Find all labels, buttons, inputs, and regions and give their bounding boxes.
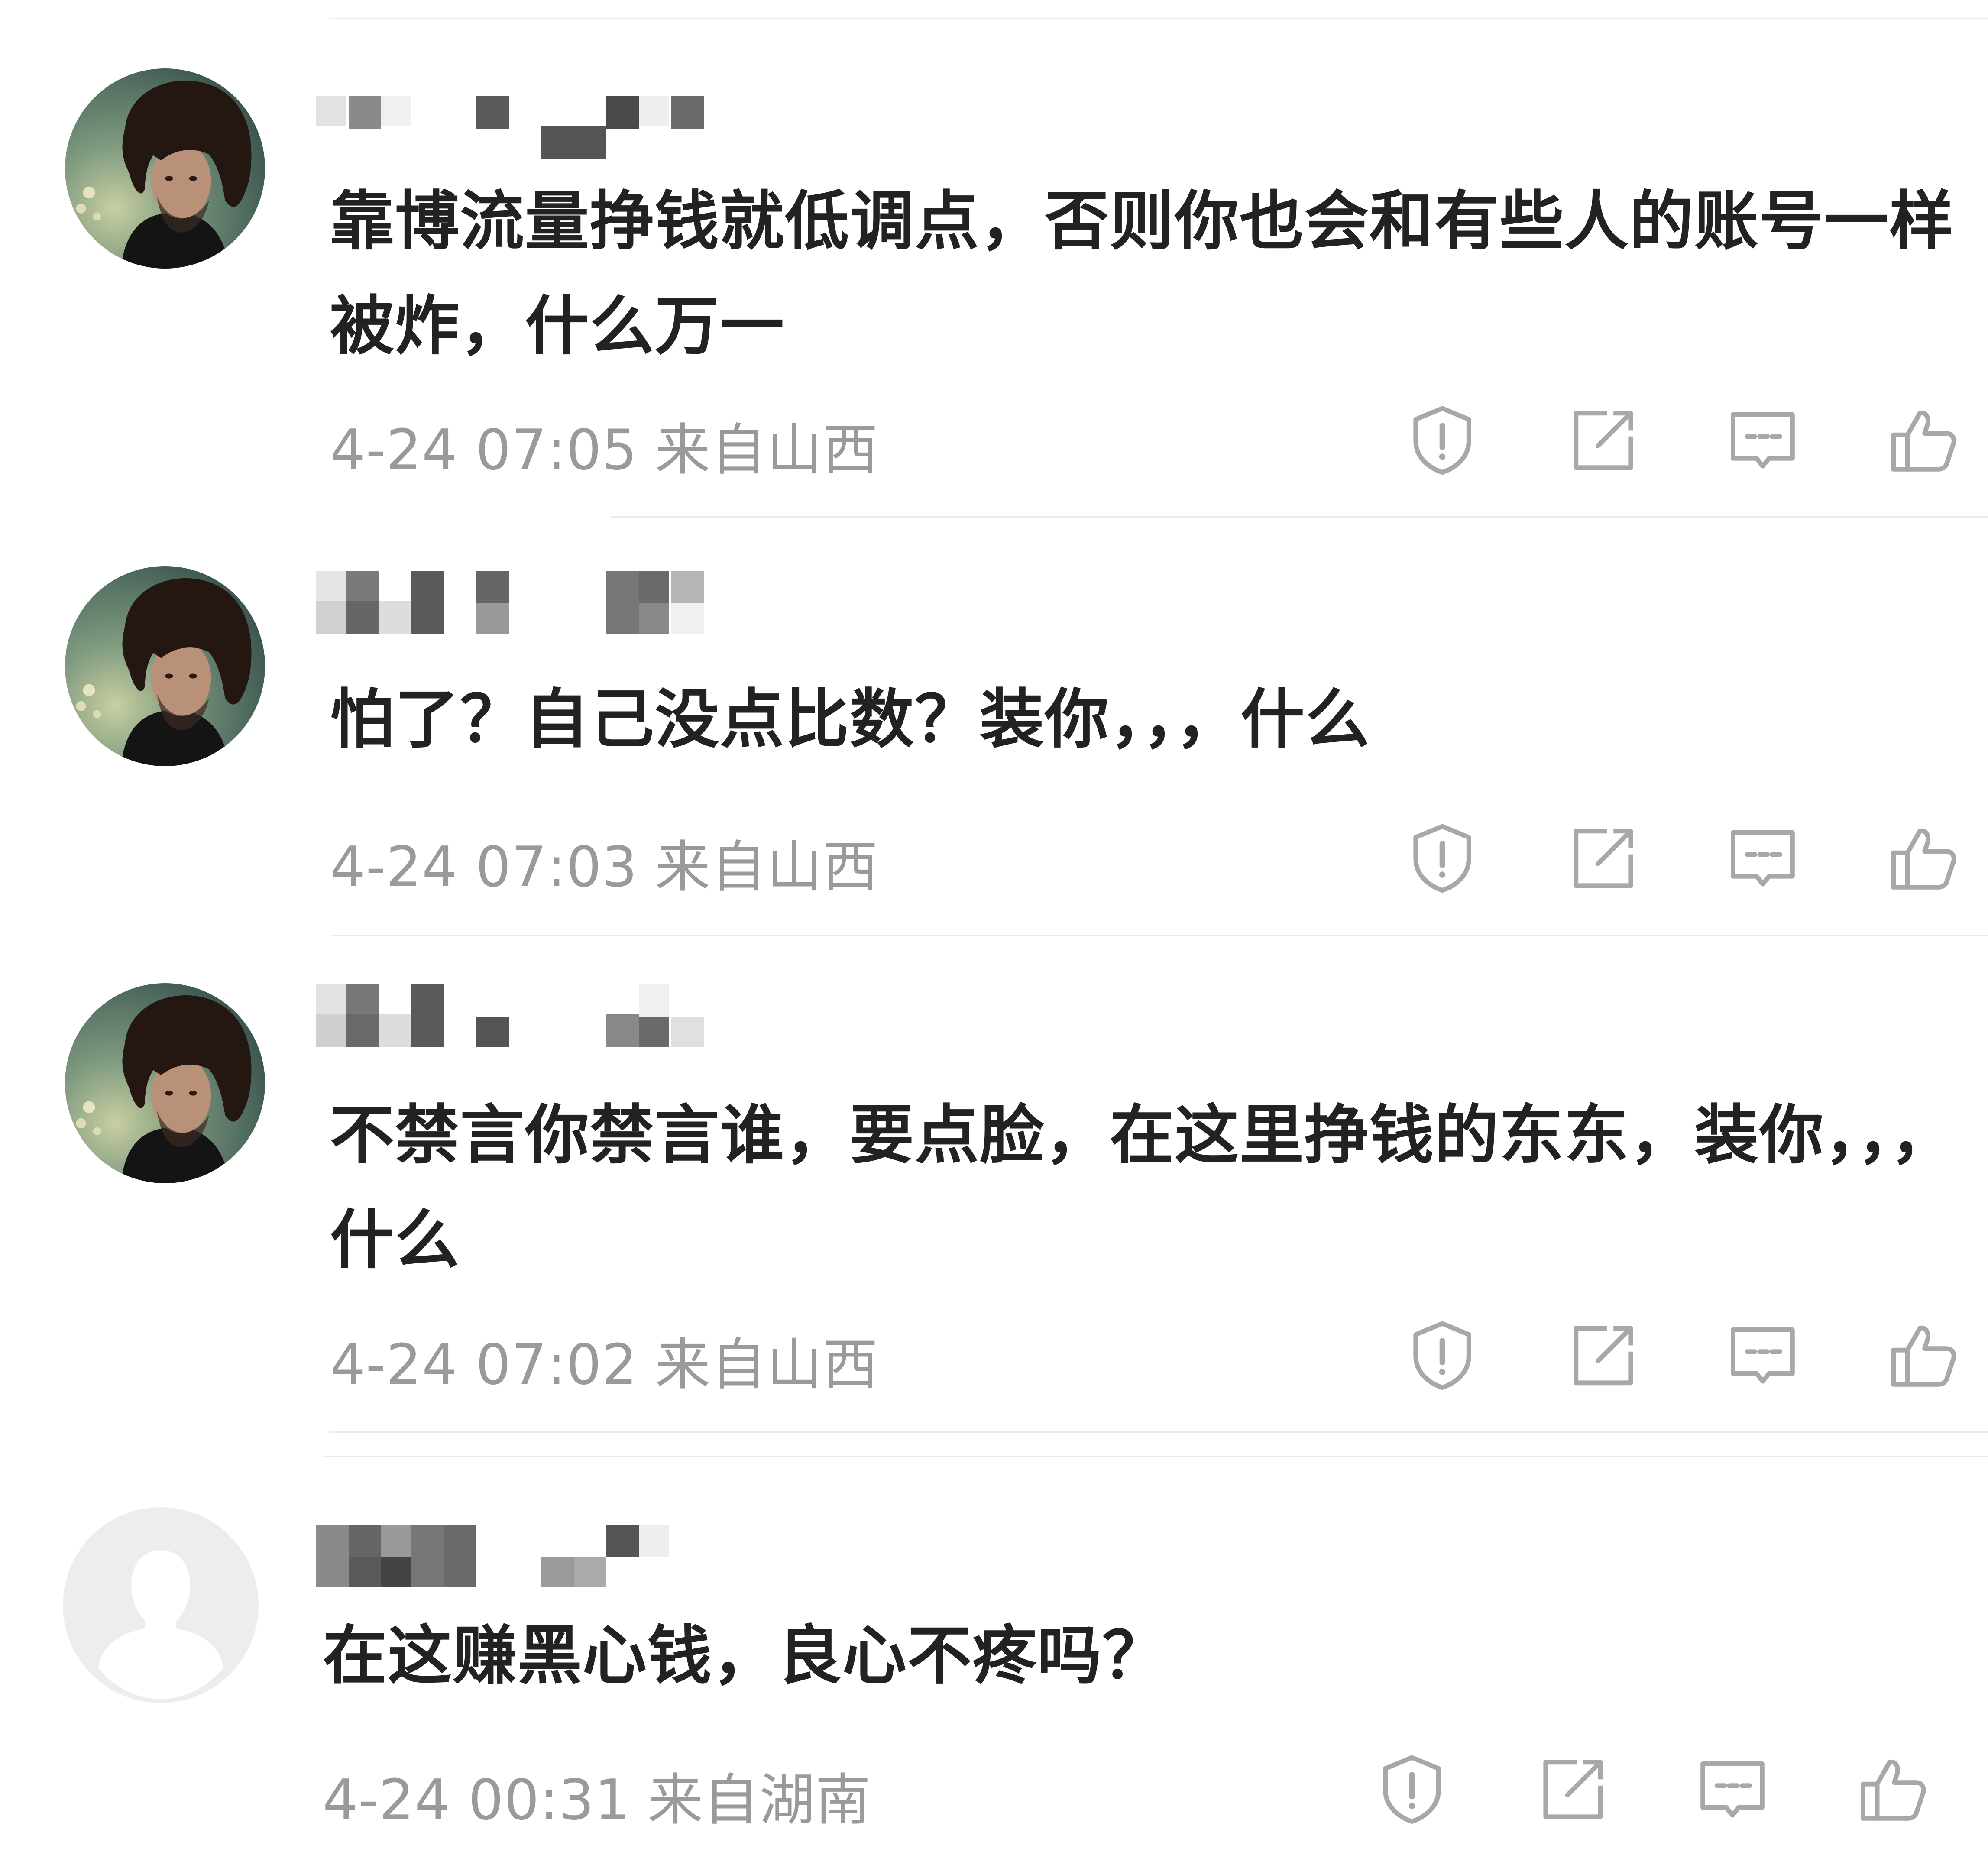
comment-text: 在这赚黑心钱，良心不疼吗？ — [323, 1619, 1167, 1693]
divider — [611, 516, 1988, 518]
repost-icon[interactable] — [1564, 819, 1642, 897]
username-mosaic[interactable] — [316, 96, 706, 161]
user-avatar[interactable] — [65, 68, 265, 269]
like-icon[interactable] — [1884, 819, 1962, 897]
comment-date: 4-24 00:31 — [323, 1768, 631, 1832]
comment-meta: 4-24 00:31 来自湖南 — [323, 1755, 888, 1835]
divider — [323, 1456, 1988, 1457]
report-icon[interactable] — [1403, 1316, 1481, 1394]
comment-date: 4-24 07:05 — [330, 418, 638, 482]
repost-icon[interactable] — [1564, 1316, 1642, 1394]
divider — [330, 935, 1988, 936]
user-avatar[interactable] — [65, 566, 265, 766]
comment-text: 怕了？自己没点比数？装你，，，什么 — [330, 682, 1370, 757]
comment-meta: 4-24 07:02 来自山西 — [330, 1320, 896, 1400]
comment-actions — [1403, 401, 1966, 479]
like-icon[interactable] — [1854, 1750, 1932, 1828]
comment-location: 来自山西 — [655, 418, 879, 482]
default-avatar[interactable] — [63, 1507, 259, 1703]
comment-date: 4-24 07:03 — [330, 835, 638, 900]
report-icon[interactable] — [1403, 401, 1481, 479]
repost-icon[interactable] — [1564, 401, 1642, 479]
reply-icon[interactable] — [1693, 1750, 1771, 1828]
comment-date: 4-24 07:02 — [330, 1333, 638, 1397]
reply-icon[interactable] — [1724, 819, 1802, 897]
comment-actions — [1373, 1750, 1936, 1828]
like-icon[interactable] — [1884, 1316, 1962, 1394]
like-icon[interactable] — [1884, 401, 1962, 479]
reply-icon[interactable] — [1724, 401, 1802, 479]
divider — [329, 1431, 1988, 1433]
reply-icon[interactable] — [1724, 1316, 1802, 1394]
comment-text: 不禁言你禁言谁，要点脸，在这里挣钱的东东，装你，，，什么 — [330, 1098, 1955, 1277]
repost-icon[interactable] — [1533, 1750, 1611, 1828]
username-mosaic[interactable] — [316, 984, 706, 1049]
username-mosaic[interactable] — [316, 571, 706, 636]
comment-actions — [1403, 819, 1966, 897]
comment-meta: 4-24 07:05 来自山西 — [330, 405, 896, 485]
username-mosaic[interactable] — [316, 1525, 706, 1590]
comment-actions — [1403, 1316, 1966, 1394]
divider — [329, 18, 1988, 19]
comment-location: 来自山西 — [655, 1333, 879, 1397]
comment-location: 来自山西 — [655, 835, 879, 900]
comment-meta: 4-24 07:03 来自山西 — [330, 822, 896, 902]
report-icon[interactable] — [1373, 1750, 1451, 1828]
comment-text: 靠博流量挣钱就低调点，否则你也会和有些人的账号一样被炸，什么万一 — [330, 184, 1954, 363]
report-icon[interactable] — [1403, 819, 1481, 897]
user-avatar[interactable] — [65, 983, 265, 1183]
comment-location: 来自湖南 — [648, 1768, 871, 1832]
